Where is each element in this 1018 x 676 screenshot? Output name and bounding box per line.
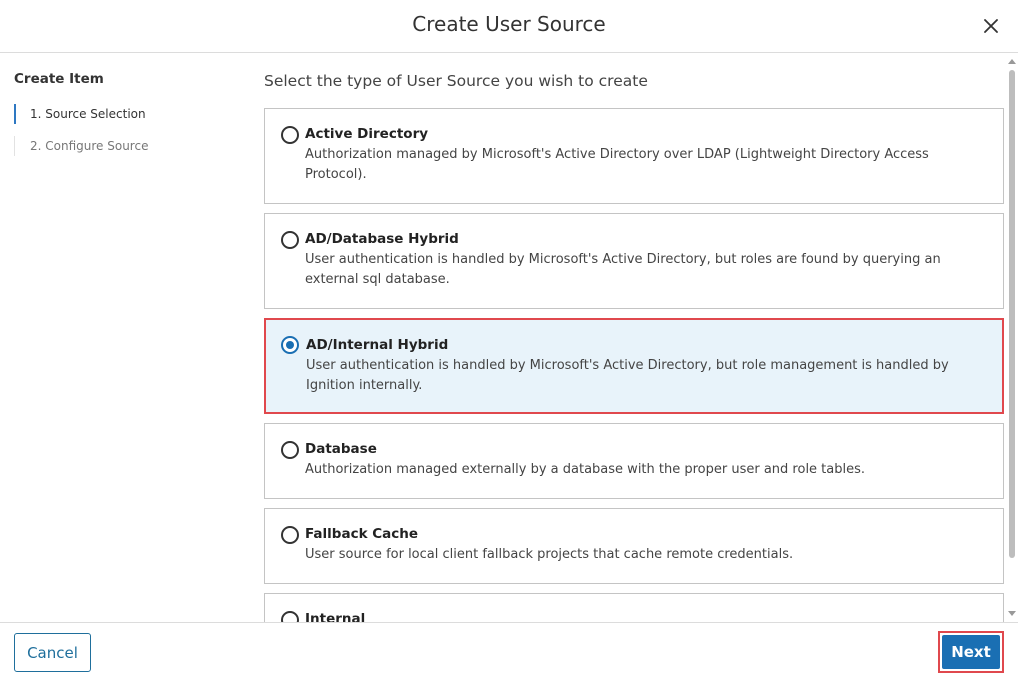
close-icon [984,19,998,33]
radio-button[interactable] [281,126,299,144]
dialog-title: Create User Source [412,12,606,36]
radio-button-selected[interactable] [281,336,299,354]
radio-button[interactable] [281,611,299,622]
close-button[interactable] [978,13,1004,39]
option-internal[interactable]: Internal [264,593,1004,622]
option-title: Database [305,441,377,457]
option-title: Active Directory [305,126,429,142]
create-user-source-dialog: Create User Source Create Item 1. Source… [0,0,1018,676]
option-description: Authorization managed externally by a da… [305,462,866,477]
next-button[interactable]: Next [942,635,1000,669]
option-title: Fallback Cache [305,526,419,542]
dialog-header: Create User Source [0,0,1018,53]
scrollbar-thumb[interactable] [1009,70,1015,558]
step-source-selection[interactable]: 1. Source Selection [14,104,234,124]
step-configure-source[interactable]: 2. Configure Source [14,136,234,156]
sidebar-title: Create Item [14,71,104,87]
radio-button[interactable] [281,231,299,249]
scroll-up-icon[interactable] [1008,59,1016,64]
option-description: User authentication is handled by Micros… [305,252,941,287]
option-fallback-cache[interactable]: Fallback Cache User source for local cli… [264,508,1004,584]
main-heading: Select the type of User Source you wish … [264,72,648,90]
option-description: User authentication is handled by Micros… [306,358,949,393]
radio-dot [286,341,294,349]
scrollbar[interactable] [1008,59,1016,616]
radio-button[interactable] [281,526,299,544]
option-ad-internal-hybrid[interactable]: AD/Internal Hybrid User authentication i… [264,318,1004,414]
radio-button[interactable] [281,441,299,459]
option-ad-database-hybrid[interactable]: AD/Database Hybrid User authentication i… [264,213,1004,309]
option-title: AD/Database Hybrid [305,231,459,247]
cancel-button[interactable]: Cancel [14,633,91,672]
option-title: AD/Internal Hybrid [306,337,449,353]
option-description: Authorization managed by Microsoft's Act… [305,147,929,182]
main-content: Select the type of User Source you wish … [244,53,1018,622]
option-active-directory[interactable]: Active Directory Authorization managed b… [264,108,1004,204]
source-type-list: Active Directory Authorization managed b… [264,108,1004,622]
option-database[interactable]: Database Authorization managed externall… [264,423,1004,499]
option-description: User source for local client fallback pr… [305,547,794,562]
wizard-sidebar: Create Item 1. Source Selection 2. Confi… [0,53,244,622]
dialog-footer: Cancel Next [0,622,1018,676]
option-title: Internal [305,611,366,622]
next-button-highlight: Next [938,631,1004,673]
scroll-down-icon[interactable] [1008,611,1016,616]
